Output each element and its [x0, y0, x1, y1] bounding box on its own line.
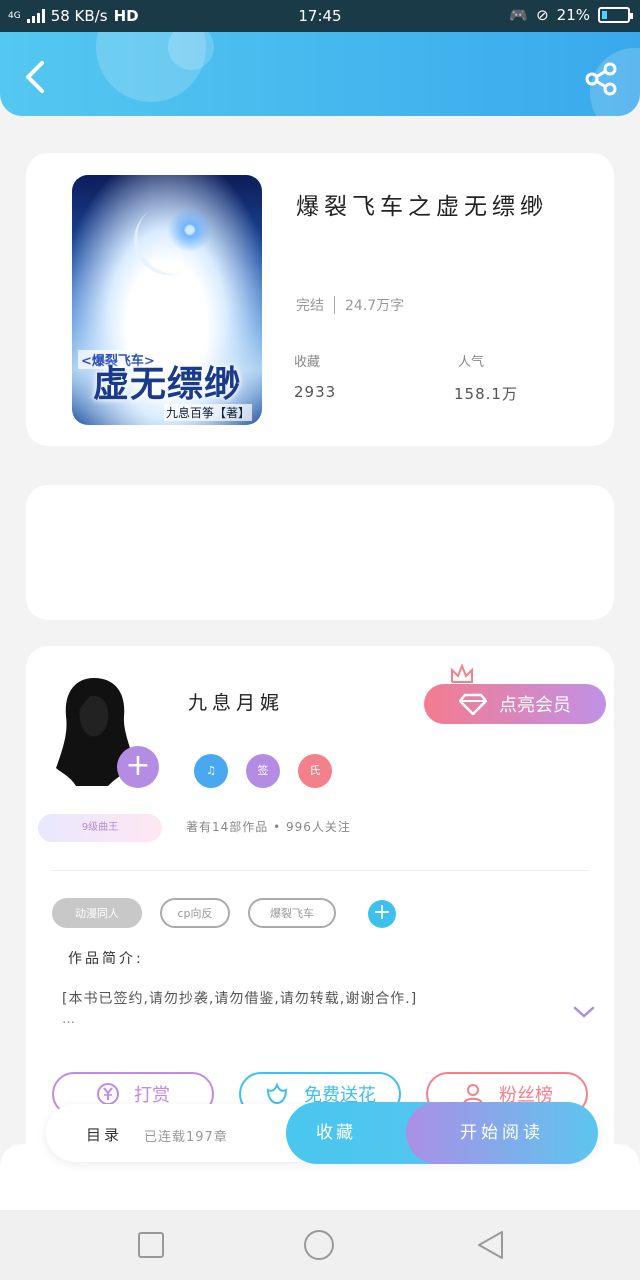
book-title: 爆裂飞车之虚无缥缈 [296, 194, 548, 220]
works-summary: 著有14部作品 • 996人关注 [186, 820, 351, 834]
chevron-down-icon[interactable] [572, 1004, 596, 1020]
start-reading-button[interactable]: 开始阅读 [406, 1102, 598, 1164]
diamond-icon [459, 693, 487, 715]
status-bar: 4G 58 KB/s HD 17:45 🎮 ⊘ 21% [0, 0, 640, 32]
gamepad-icon: 🎮 [509, 6, 529, 24]
vip-button-label: 点亮会员 [499, 695, 571, 716]
tag-item[interactable]: 动漫同人 [52, 898, 142, 928]
flower-icon [266, 1082, 288, 1105]
author-name: 九息月娓 [188, 692, 285, 714]
recent-apps-icon[interactable] [134, 1228, 168, 1262]
add-tag-button[interactable]: + [368, 900, 396, 928]
bottom-action-bar: 目录 已连载197章 收藏 开始阅读 [46, 1102, 598, 1164]
word-count: 24.7万字 [345, 298, 405, 314]
intro-text: [本书已签约,请勿抄袭,请勿借鉴,请勿转载,谢谢合作.] [62, 991, 418, 1007]
share-icon[interactable] [584, 62, 618, 96]
cover-author-text: 九息百筝【著】 [163, 404, 252, 421]
intro-ellipsis: … [62, 1012, 75, 1027]
catalog-button[interactable]: 目录 [86, 1124, 122, 1145]
book-meta: 完结 24.7万字 [296, 295, 404, 315]
cover-title-text: 虚无缥缈 [92, 363, 241, 405]
update-status: 已连载197章 [144, 1130, 228, 1145]
divider [50, 870, 590, 871]
signed-badge: 签 [246, 754, 280, 788]
red-badge: 氏 [298, 754, 332, 788]
intro-title: 作品简介: [68, 951, 144, 967]
crown-icon [451, 664, 473, 683]
battery-percent: 21% [556, 6, 590, 24]
level-badge: 9级曲王 [38, 814, 162, 842]
author-card: + 9级曲王 九息月娓 点亮会员 ♫ 签 氏 著有14部作品 • 996人关注 … [26, 646, 614, 1166]
tag-item[interactable]: 爆裂飞车 [248, 898, 336, 928]
follow-button[interactable]: + [117, 746, 159, 788]
back-arrow-icon[interactable] [20, 60, 50, 94]
collect-label: 收藏 [294, 355, 321, 370]
book-cover[interactable]: <爆裂飞车> 虚无缥缈 九息百筝【著】 [72, 175, 262, 425]
back-nav-icon[interactable] [474, 1228, 508, 1262]
yen-icon [97, 1083, 119, 1105]
tag-item[interactable]: cp向反 [160, 898, 230, 928]
vip-button[interactable]: 点亮会员 [424, 684, 606, 724]
home-icon[interactable] [302, 1228, 336, 1262]
book-status: 完结 [296, 298, 324, 314]
clock: 17:45 [298, 7, 342, 25]
book-info-card: <爆裂飞车> 虚无缥缈 九息百筝【著】 爆裂飞车之虚无缥缈 完结 24.7万字 … [26, 153, 614, 446]
system-nav-bar [0, 1210, 640, 1280]
music-badge: ♫ [194, 754, 228, 788]
popularity-value: 158.1万 [454, 385, 518, 403]
blank-card [26, 485, 614, 620]
popularity-label: 人气 [458, 355, 485, 370]
lock-rotation-icon: ⊘ [536, 6, 549, 24]
header [0, 32, 640, 116]
battery-icon [598, 7, 633, 23]
collect-value: 2933 [294, 383, 337, 401]
